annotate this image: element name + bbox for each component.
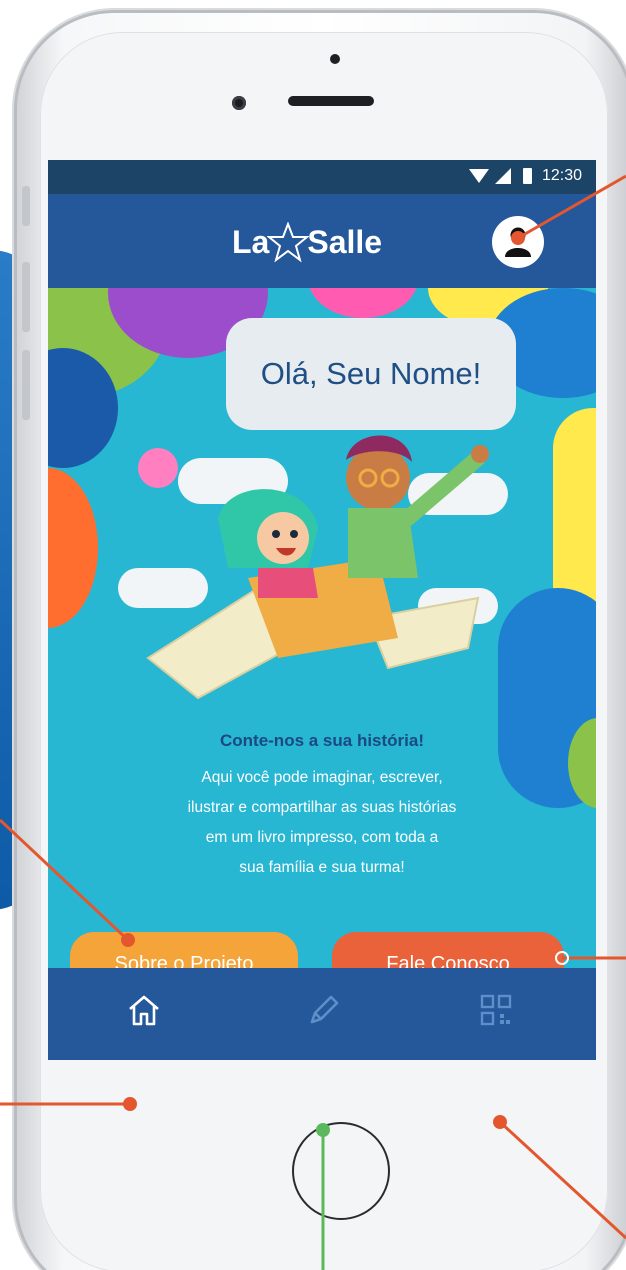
decor-blob xyxy=(48,468,98,628)
logo-text-right: Salle xyxy=(307,223,383,260)
wifi-icon xyxy=(468,169,489,183)
mockup-stage: 12:30 La Salle Olá, Seu Nome! Conte-nos … xyxy=(0,0,626,1270)
greeting-text: Olá, Seu Nome! xyxy=(260,356,482,391)
front-camera xyxy=(232,96,246,110)
home-hardware-button[interactable] xyxy=(292,1122,390,1220)
profile-button[interactable] xyxy=(492,216,544,268)
volume-down-button xyxy=(22,350,30,420)
bottom-navigation xyxy=(48,968,596,1060)
mute-switch xyxy=(22,186,30,226)
nav-write[interactable] xyxy=(302,988,346,1032)
status-time: 12:30 xyxy=(541,167,582,184)
status-icons: 12:30 xyxy=(468,167,582,185)
hero-area: Olá, Seu Nome! Conte-nos a sua história!… xyxy=(48,288,596,968)
home-icon xyxy=(129,995,159,1026)
app-header: La Salle xyxy=(48,194,596,288)
signal-icon xyxy=(494,168,511,184)
qr-code-icon xyxy=(480,994,512,1026)
proximity-sensor xyxy=(330,54,340,64)
decor-blob xyxy=(308,288,418,318)
battery-icon xyxy=(522,168,532,184)
nav-qr-code[interactable] xyxy=(474,988,518,1032)
nav-home[interactable] xyxy=(122,988,166,1032)
earpiece-speaker xyxy=(288,96,374,106)
pencil-icon xyxy=(310,995,339,1024)
kids-flying-book-illustration xyxy=(146,435,489,700)
story-title: Conte-nos a sua história! xyxy=(219,731,425,750)
status-bar: 12:30 xyxy=(48,160,596,194)
user-icon xyxy=(505,227,531,257)
logo-text-left: La xyxy=(232,223,270,260)
volume-up-button xyxy=(22,262,30,332)
story-description: Aqui você pode imaginar, escrever, ilust… xyxy=(187,769,457,876)
phone-screen: 12:30 La Salle Olá, Seu Nome! Conte-nos … xyxy=(48,160,596,1060)
lasalle-logo[interactable]: La Salle xyxy=(232,212,382,272)
star-icon xyxy=(267,222,310,262)
greeting-bubble: Olá, Seu Nome! xyxy=(226,318,516,430)
